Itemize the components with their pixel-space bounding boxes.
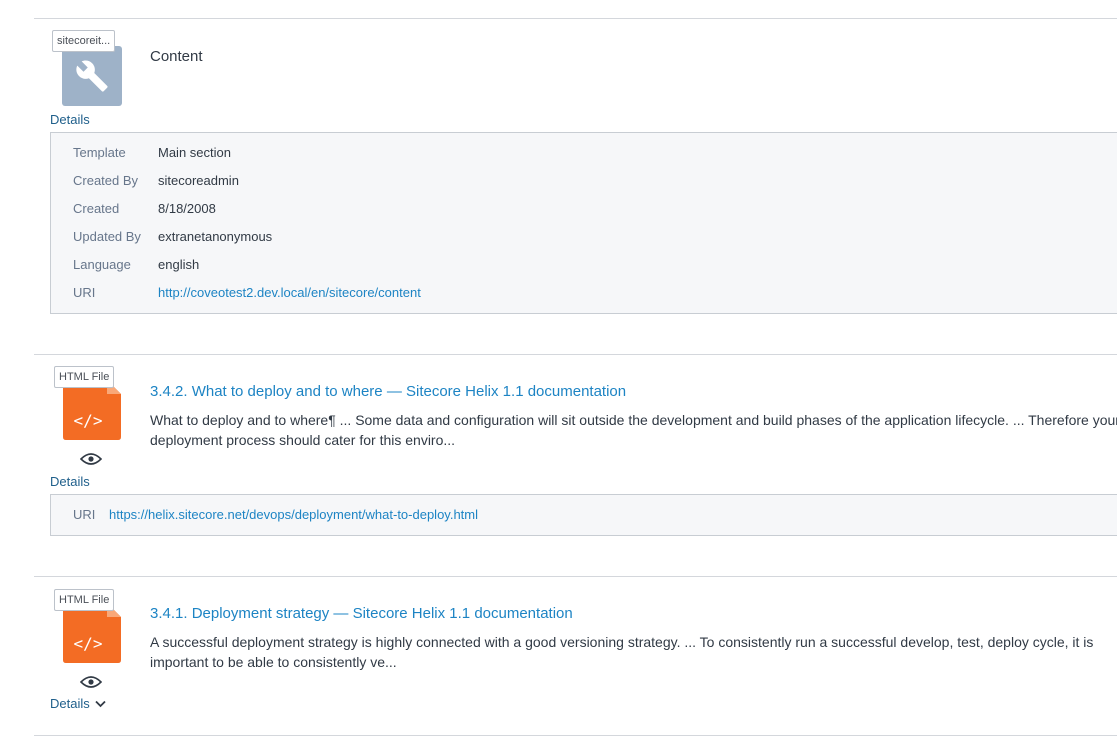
type-tag: sitecoreit...: [52, 30, 116, 52]
detail-key: URI: [73, 507, 96, 522]
details-label: Details: [50, 474, 90, 489]
detail-row-language: Language english: [73, 255, 199, 275]
result-excerpt: What to deploy and to where¶ ... Some da…: [150, 412, 1117, 448]
result-separator: [34, 735, 1117, 736]
type-tag: HTML File: [54, 589, 115, 611]
detail-key: Created By: [73, 173, 139, 188]
detail-value: english: [158, 257, 200, 272]
details-toggle[interactable]: Details: [50, 474, 90, 489]
result-icon: HTML File </>: [50, 589, 130, 699]
result-title-link[interactable]: 3.4.2. What to deploy and to where — Sit…: [150, 383, 626, 400]
details-panel: Template Main section Created By sitecorea…: [50, 132, 1117, 314]
result-icon: HTML File </>: [50, 366, 130, 476]
details-panel: URI https://helix.sitecore.net/devops/dep…: [50, 494, 1117, 536]
uri-link[interactable]: http://coveotest2.dev.local/en/sitecore/…: [158, 285, 421, 300]
detail-row-uri: URI http://coveotest2.dev.local/en/siteco…: [73, 283, 421, 303]
file-glyph: </>: [74, 411, 103, 430]
chevron-down-icon: [95, 700, 106, 707]
detail-value: Main section: [158, 145, 231, 160]
result-separator: [34, 18, 1117, 19]
details-toggle[interactable]: Details: [50, 696, 106, 711]
type-tag: HTML File: [54, 366, 115, 388]
detail-row-uri: URI https://helix.sitecore.net/devops/dep…: [73, 505, 478, 525]
details-label: Details: [50, 112, 90, 127]
detail-key: Updated By: [73, 229, 141, 244]
detail-value: 8/18/2008: [158, 201, 216, 216]
result-separator: [34, 354, 1117, 355]
eye-icon[interactable]: [80, 452, 102, 466]
detail-key: Template: [73, 145, 126, 160]
details-toggle[interactable]: Details: [50, 112, 90, 127]
detail-key: Created: [73, 201, 120, 216]
html-file-icon[interactable]: </>: [63, 603, 121, 663]
detail-row-created: Created 8/18/2008: [73, 199, 216, 219]
result-title-link[interactable]: 3.4.1. Deployment strategy — Sitecore He…: [150, 605, 573, 622]
detail-value: extranetanonymous: [158, 229, 273, 244]
file-glyph: </>: [74, 634, 103, 653]
eye-icon[interactable]: [80, 675, 102, 689]
uri-link[interactable]: https://helix.sitecore.net/devops/deploy…: [109, 507, 478, 522]
detail-row-template: Template Main section: [73, 143, 231, 163]
detail-key: Language: [73, 257, 131, 272]
details-label: Details: [50, 696, 90, 711]
detail-key: URI: [73, 285, 96, 300]
result-title: Content: [150, 48, 203, 65]
detail-value: sitecoreadmin: [158, 173, 239, 188]
result-excerpt: A successful deployment strategy is high…: [150, 634, 1094, 670]
detail-row-created-by: Created By sitecoreadmin: [73, 171, 239, 191]
result-separator: [34, 576, 1117, 577]
html-file-icon[interactable]: </>: [63, 380, 121, 440]
detail-row-updated-by: Updated By extranetanonymous: [73, 227, 272, 247]
result-icon: sitecoreit...: [50, 30, 130, 110]
wrench-icon: [62, 46, 122, 106]
